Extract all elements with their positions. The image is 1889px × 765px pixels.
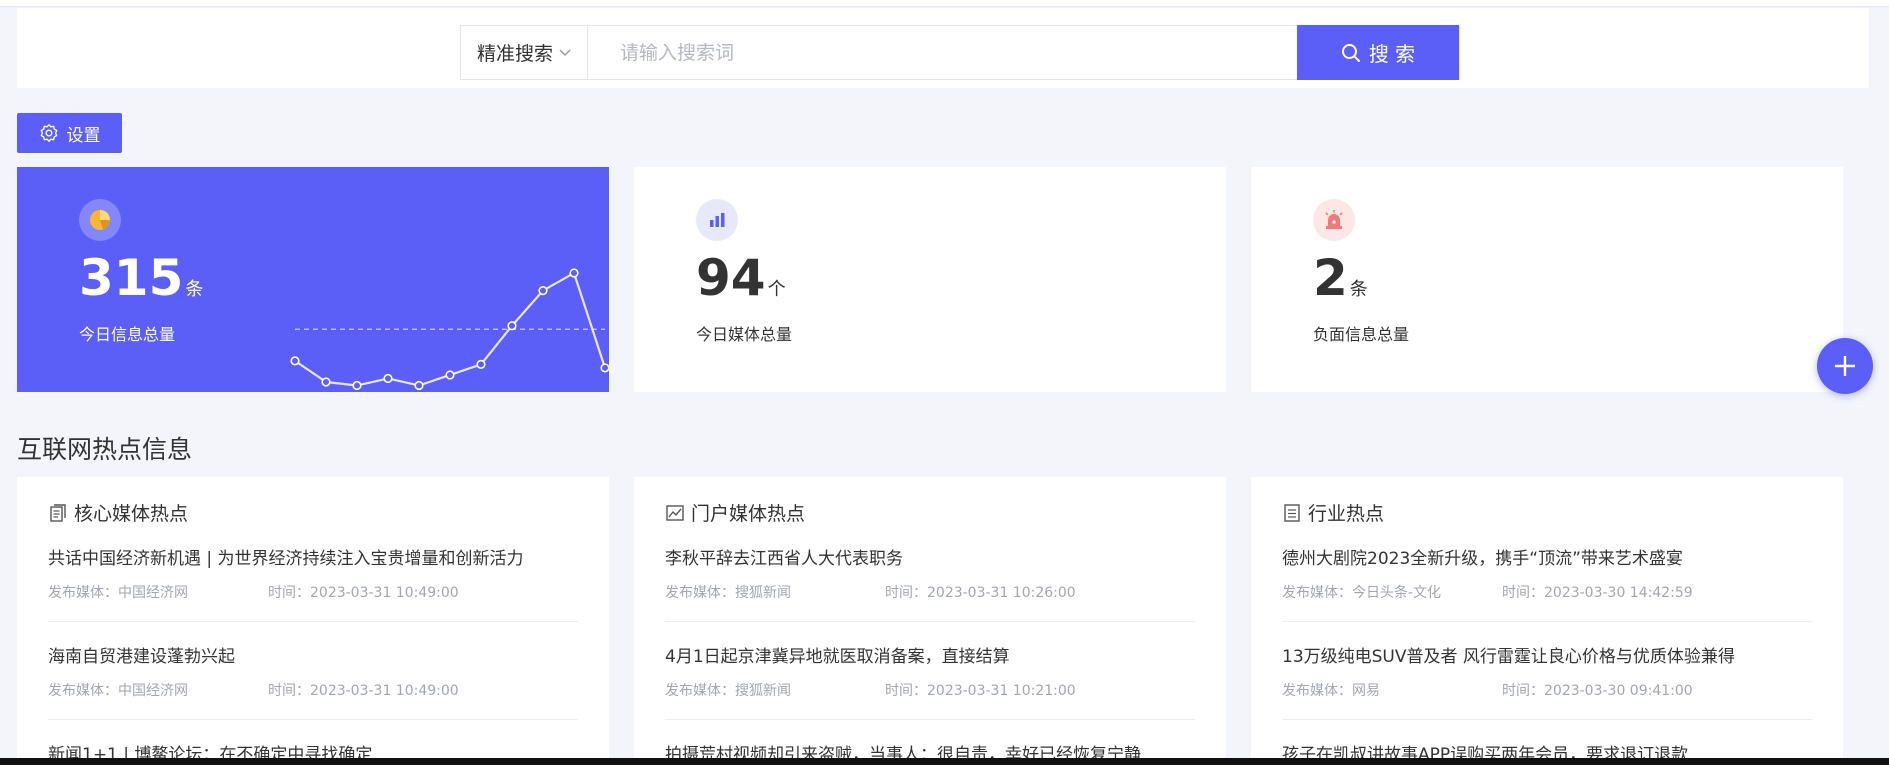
- news-item[interactable]: 李秋平辞去江西省人大代表职务 发布媒体：搜狐新闻 时间：2023-03-31 10…: [665, 544, 1195, 602]
- divider: [665, 719, 1195, 720]
- stat-sparkline: [1251, 167, 1843, 392]
- search-button[interactable]: 搜 索: [1297, 25, 1459, 80]
- news-headline[interactable]: 李秋平辞去江西省人大代表职务: [665, 544, 1195, 569]
- news-meta: 发布媒体：网易 时间：2023-03-30 09:41:00: [1282, 680, 1812, 700]
- news-item[interactable]: 4月1日起京津冀异地就医取消备案，直接结算 发布媒体：搜狐新闻 时间：2023-0…: [665, 642, 1195, 700]
- plus-icon: [1835, 356, 1855, 376]
- news-card-title-label: 核心媒体热点: [74, 503, 189, 525]
- news-source: 发布媒体：今日头条-文化: [1282, 585, 1442, 601]
- divider: [48, 621, 578, 622]
- news-time: 时间：2023-03-31 10:26:00: [885, 585, 1076, 601]
- news-headline[interactable]: 13万级纯电SUV普及者 风行雷霆让良心价格与优质体验兼得: [1282, 642, 1812, 667]
- news-meta: 发布媒体：中国经济网 时间：2023-03-31 10:49:00: [48, 680, 578, 700]
- news-headline[interactable]: 4月1日起京津冀异地就医取消备案，直接结算: [665, 642, 1195, 667]
- chevron-down-icon: [559, 49, 571, 56]
- sparkline-point: [507, 321, 517, 331]
- news-source: 发布媒体：搜狐新闻: [665, 585, 791, 601]
- sparkline-point: [383, 373, 393, 384]
- sparkline-point: [538, 285, 548, 296]
- news-time: 时间：2023-03-30 09:41:00: [1502, 683, 1693, 699]
- search-input[interactable]: [589, 26, 1289, 79]
- news-card-industry: 行业热点 德州大剧院2023全新升级，携手“顶流”带来艺术盛宴 发布媒体：今日头…: [1251, 477, 1843, 765]
- news-time: 时间：2023-03-31 10:49:00: [268, 683, 459, 699]
- news-meta: 发布媒体：搜狐新闻 时间：2023-03-31 10:21:00: [665, 680, 1195, 700]
- search-button-label: 搜 索: [1368, 42, 1416, 66]
- bottom-edge: [0, 758, 1889, 765]
- news-card-title-label: 门户媒体热点: [691, 503, 806, 525]
- news-time: 时间：2023-03-31 10:21:00: [885, 683, 1076, 699]
- sparkline-point: [352, 380, 362, 391]
- settings-button-label: 设置: [66, 125, 101, 146]
- news-source: 发布媒体：中国经济网: [48, 585, 188, 601]
- search-icon: [1341, 43, 1360, 62]
- stat-card-info-total: 315 条 今日信息总量: [17, 167, 609, 392]
- news-time: 时间：2023-03-31 10:49:00: [268, 585, 459, 601]
- sparkline-point: [476, 359, 486, 369]
- news-card-title: 门户媒体热点: [665, 499, 805, 526]
- sparkline-point: [321, 377, 331, 387]
- news-card-core-media: 核心媒体热点 共话中国经济新机遇 | 为世界经济持续注入宝贵增量和创新活力 发布…: [17, 477, 609, 765]
- news-meta: 发布媒体：中国经济网 时间：2023-03-31 10:49:00: [48, 582, 578, 602]
- search-panel: 精准搜索 搜 索: [17, 8, 1869, 88]
- sparkline-point: [600, 363, 609, 373]
- top-edge: [0, 0, 1889, 7]
- news-card-title-label: 行业热点: [1308, 503, 1385, 525]
- news-card-portal-media: 门户媒体热点 李秋平辞去江西省人大代表职务 发布媒体：搜狐新闻时间：2023-0…: [634, 477, 1226, 765]
- stat-sparkline: [290, 268, 609, 391]
- sparkline-point: [414, 380, 424, 391]
- news-time: 时间：2023-03-30 14:42:59: [1502, 585, 1693, 601]
- gear-icon: [40, 124, 57, 142]
- stat-card-media-total: 94 个 今日媒体总量: [634, 167, 1226, 392]
- divider: [1282, 621, 1812, 622]
- stat-sparkline: [634, 167, 1226, 392]
- news-source: 发布媒体：网易: [1282, 683, 1380, 699]
- news-meta: 发布媒体：今日头条-文化 时间：2023-03-30 14:42:59: [1282, 582, 1812, 602]
- list-icon: [1284, 503, 1300, 522]
- search-type-label: 精准搜索: [476, 43, 553, 65]
- news-item[interactable]: 共话中国经济新机遇 | 为世界经济持续注入宝贵增量和创新活力 发布媒体：中国经济…: [48, 544, 578, 602]
- news-source: 发布媒体：中国经济网: [48, 683, 188, 699]
- news-card-title: 核心媒体热点: [48, 499, 188, 526]
- news-headline[interactable]: 德州大剧院2023全新升级，携手“顶流”带来艺术盛宴: [1282, 544, 1812, 569]
- news-item[interactable]: 13万级纯电SUV普及者 风行雷霆让良心价格与优质体验兼得 发布媒体：网易 时间：…: [1282, 642, 1812, 700]
- add-button[interactable]: [1817, 338, 1873, 394]
- news-item[interactable]: 海南自贸港建设蓬勃兴起 发布媒体：中国经济网 时间：2023-03-31 10:4…: [48, 642, 578, 700]
- trend-chart-icon: [666, 504, 684, 521]
- sparkline-point: [290, 356, 300, 366]
- divider: [48, 719, 578, 720]
- news-item[interactable]: 德州大剧院2023全新升级，携手“顶流”带来艺术盛宴 发布媒体：今日头条-文化 时…: [1282, 544, 1812, 602]
- section-title: 互联网热点信息: [17, 435, 193, 464]
- stat-card-negative-total: 2 条 负面信息总量: [1251, 167, 1843, 392]
- news-source: 发布媒体：搜狐新闻: [665, 683, 791, 699]
- sparkline-point: [445, 370, 455, 380]
- sparkline-point: [569, 268, 579, 278]
- news-headline[interactable]: 海南自贸港建设蓬勃兴起: [48, 642, 578, 667]
- divider: [665, 621, 1195, 622]
- divider: [1282, 719, 1812, 720]
- document-icon: [50, 503, 66, 522]
- news-headline[interactable]: 共话中国经济新机遇 | 为世界经济持续注入宝贵增量和创新活力: [48, 544, 578, 569]
- news-card-title: 行业热点: [1282, 499, 1384, 526]
- search-type-dropdown[interactable]: 精准搜索: [461, 26, 588, 79]
- settings-button[interactable]: 设置: [17, 113, 122, 153]
- news-meta: 发布媒体：搜狐新闻 时间：2023-03-31 10:26:00: [665, 582, 1195, 602]
